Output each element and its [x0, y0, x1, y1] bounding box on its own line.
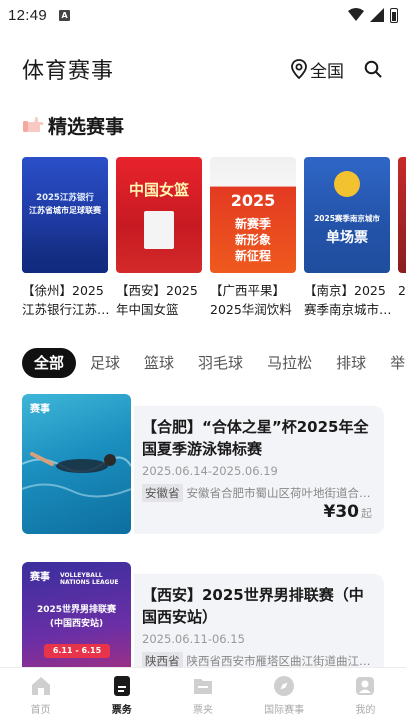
- price-value: ¥30: [323, 502, 360, 522]
- featured-card-caption: 【西安】2025年中国女篮: [116, 283, 198, 317]
- event-name: 【西安】2025世界男排联赛（中国西安站）: [142, 586, 364, 626]
- event-tag: 赛事: [30, 404, 50, 415]
- featured-poster: [398, 157, 406, 273]
- featured-card-caption: 【南京】2025赛季南京城市单场票: [304, 283, 392, 317]
- bottom-nav: 首页 票务 票夹 国际赛事 我的: [0, 667, 406, 723]
- event-date: 2025.06.11-06.15: [142, 632, 245, 646]
- event-info: 【合肥】“合体之星”杯2025年全国夏季游泳锦标赛 2025.06.14-202…: [134, 406, 384, 534]
- featured-card-caption: 20篮: [398, 283, 406, 298]
- home-icon: [31, 677, 50, 695]
- featured-card-caption: 【徐州】2025江苏银行江苏省城市足球联赛: [22, 283, 110, 317]
- nav-label: 国际赛事: [264, 705, 305, 716]
- poster-text: 2025赛季南京城市: [314, 214, 380, 223]
- header: 体育赛事 全国: [0, 48, 406, 90]
- battery-icon: [390, 7, 398, 23]
- status-bar: 12:49 A: [0, 0, 406, 30]
- location-selector[interactable]: 全国: [290, 57, 344, 82]
- nav-label: 票夹: [192, 705, 213, 716]
- nav-wallet[interactable]: 票夹: [168, 675, 238, 716]
- featured-card-caption: 【广西平果】2025华润饮料: [210, 283, 292, 317]
- event-price: ¥30 起: [324, 502, 373, 522]
- event-date: 2025.06.14-2025.06.19: [142, 464, 278, 478]
- poster-text: 新征程: [234, 249, 271, 263]
- tab-all[interactable]: 全部: [22, 348, 77, 378]
- swimmer-icon: [22, 452, 131, 498]
- featured-poster: 2025赛季南京城市 单场票: [304, 157, 390, 273]
- featured-card[interactable]: 中国女篮 【西安】2025年中国女篮: [116, 157, 202, 327]
- user-icon: [356, 677, 375, 695]
- featured-poster: 2025江苏银行 江苏省城市足球联赛: [22, 157, 108, 273]
- location-pin-icon: [291, 59, 307, 79]
- featured-title: 精选赛事: [48, 115, 125, 138]
- poster-text: 中国女篮: [128, 181, 189, 199]
- poster-text: 新赛季: [234, 217, 271, 231]
- thumb-date: 6.11 - 6.15: [44, 644, 110, 658]
- tab-volleyball[interactable]: 排球: [324, 348, 378, 378]
- nav-profile[interactable]: 我的: [330, 675, 400, 716]
- thumb-subtitle: (中国西安站): [49, 619, 104, 629]
- province-badge: 安徽省: [142, 484, 183, 502]
- thumb-title: 2025世界男排联赛: [36, 605, 117, 615]
- tab-basketball[interactable]: 篮球: [132, 348, 186, 378]
- category-tabs: 全部 足球 篮球 羽毛球 马拉松 排球 举重: [22, 348, 406, 378]
- nav-label: 票务: [111, 705, 132, 716]
- nav-label: 我的: [355, 705, 376, 716]
- event-card[interactable]: 赛事 【合肥】“合体之星”杯2025年全国夏季游泳锦标赛 2025.06.14-…: [22, 394, 384, 534]
- featured-section-title: 精选赛事: [22, 110, 124, 140]
- featured-card[interactable]: 2025赛季南京城市 单场票 【南京】2025赛季南京城市单场票: [304, 157, 392, 327]
- search-button[interactable]: [362, 58, 384, 80]
- compass-icon: [274, 676, 295, 696]
- ticket-icon: [113, 676, 130, 696]
- poster-text: 新形象: [234, 233, 271, 247]
- featured-poster: 2025 新赛季 新形象 新征程: [210, 157, 296, 273]
- featured-carousel[interactable]: 2025江苏银行 江苏省城市足球联赛 【徐州】2025江苏银行江苏省城市足球联赛…: [22, 157, 406, 327]
- tab-marathon[interactable]: 马拉松: [255, 348, 324, 378]
- location-label: 全国: [310, 61, 344, 82]
- folder-icon: [193, 679, 212, 694]
- event-tag: 赛事: [30, 572, 50, 583]
- poster-text: 单场票: [326, 230, 368, 246]
- league-text: VOLLEYBALL NATIONS LEAGUE: [60, 572, 119, 586]
- status-time: 12:49: [8, 6, 48, 24]
- event-name: 【合肥】“合体之星”杯2025年全国夏季游泳锦标赛: [142, 418, 369, 458]
- poster-text: 江苏省城市足球联赛: [29, 206, 101, 215]
- nav-international[interactable]: 国际赛事: [249, 675, 319, 716]
- address-text: 安徽省合肥市蜀山区荷叶地街道合…: [186, 486, 371, 500]
- event-thumbnail: 赛事: [22, 394, 131, 534]
- nav-tickets[interactable]: 票务: [87, 675, 157, 716]
- poster-text: 2025江苏银行: [36, 193, 94, 203]
- tab-badminton[interactable]: 羽毛球: [186, 348, 255, 378]
- nav-home[interactable]: 首页: [6, 675, 76, 716]
- featured-card[interactable]: 2025 新赛季 新形象 新征程 【广西平果】2025华润饮料: [210, 157, 296, 327]
- featured-card[interactable]: 2025江苏银行 江苏省城市足球联赛 【徐州】2025江苏银行江苏省城市足球联赛: [22, 157, 110, 327]
- status-icons: [348, 7, 398, 23]
- tab-weightlifting[interactable]: 举重: [378, 348, 406, 378]
- pointing-hand-icon: [23, 116, 44, 132]
- wifi-icon: [348, 8, 364, 21]
- page-title: 体育赛事: [22, 59, 115, 84]
- event-address: 安徽省 安徽省合肥市蜀山区荷叶地街道合…: [142, 484, 374, 502]
- search-icon: [364, 60, 382, 78]
- featured-card[interactable]: 20篮: [398, 157, 406, 327]
- tab-football[interactable]: 足球: [78, 348, 132, 378]
- nav-label: 首页: [30, 705, 51, 716]
- notification-icon: A: [59, 9, 71, 21]
- price-suffix: 起: [361, 507, 372, 520]
- poster-text: 2025: [230, 191, 276, 210]
- featured-poster: 中国女篮: [116, 157, 202, 273]
- signal-icon: [370, 8, 384, 22]
